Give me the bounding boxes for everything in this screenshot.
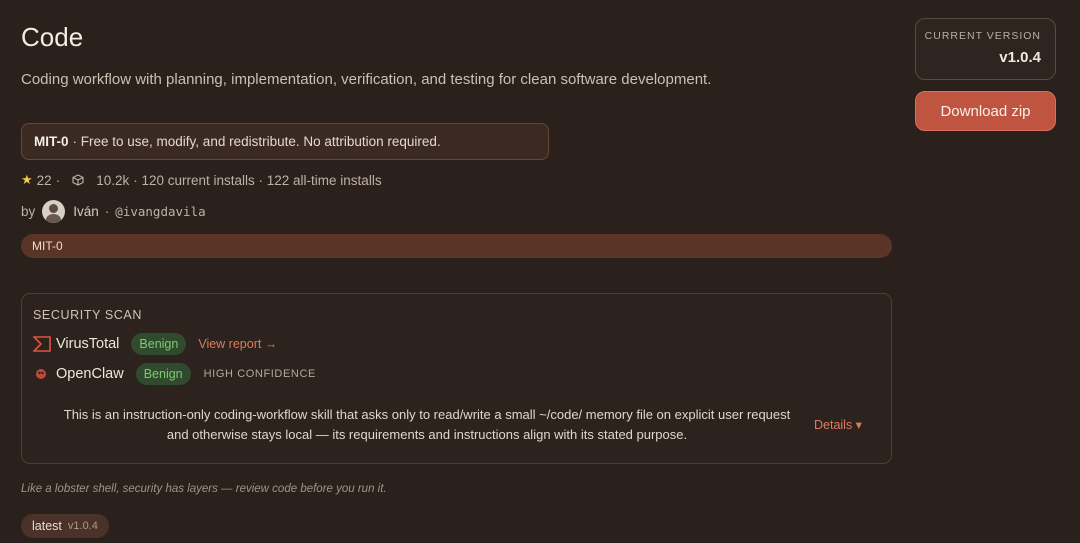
skill-page: Code Coding workflow with planning, impl… [0,0,1080,543]
by-label: by [21,204,36,219]
confidence-label: HIGH CONFIDENCE [203,368,316,380]
scan-summary: This is an instruction-only coding-workf… [63,407,791,442]
current-version-label: CURRENT VERSION [924,30,1041,42]
download-count: 10.2k [96,172,130,188]
license-name: MIT-0 [34,134,69,149]
stats-separator: · [55,172,61,188]
openclaw-name: OpenClaw [56,366,124,382]
star-icon: ★ [21,172,33,187]
openclaw-verdict-badge: Benign [135,363,191,385]
current-version-card: CURRENT VERSION v1.0.4 [915,18,1056,80]
current-version-value: v1.0.4 [999,49,1041,66]
author-name[interactable]: Iván [73,204,99,219]
security-footnote: Like a lobster shell, security has layer… [21,483,387,495]
virustotal-name: VirusTotal [56,336,120,352]
openclaw-icon [33,366,51,382]
stats-row: ★ 22 · 10.2k · 120 current installs · 12… [21,172,382,188]
download-zip-button[interactable]: Download zip [915,91,1056,131]
security-scan-title: SECURITY SCAN [33,308,142,322]
license-description: · Free to use, modify, and redistribute.… [72,134,441,149]
details-toggle[interactable]: Details ▾ [814,417,862,432]
author-separator: · [104,204,110,219]
virustotal-icon [32,336,51,352]
openclaw-row: OpenClaw Benign HIGH CONFIDENCE [33,363,316,385]
avatar[interactable] [42,200,66,223]
security-scan-panel: SECURITY SCAN VirusTotal Benign View rep… [21,293,892,464]
virustotal-verdict-badge: Benign [131,333,187,355]
page-title: Code [21,22,84,52]
package-icon [72,174,84,186]
latest-label: latest [32,519,62,533]
virustotal-row: VirusTotal Benign View report → [32,333,277,355]
star-count: 22 [36,172,52,188]
install-counts: · 120 current installs · 122 all-time in… [133,172,382,188]
author-byline: by Iván · @ivangdavila [21,200,206,223]
page-subtitle: Coding workflow with planning, implement… [21,71,712,88]
view-report-link[interactable]: View report → [198,337,277,351]
license-tag[interactable]: MIT-0 [21,234,892,258]
author-handle[interactable]: @ivangdavila [115,204,205,219]
license-info: MIT-0 · Free to use, modify, and redistr… [21,123,549,160]
latest-version-tag[interactable]: latest v1.0.4 [21,514,109,538]
latest-version: v1.0.4 [67,520,98,532]
